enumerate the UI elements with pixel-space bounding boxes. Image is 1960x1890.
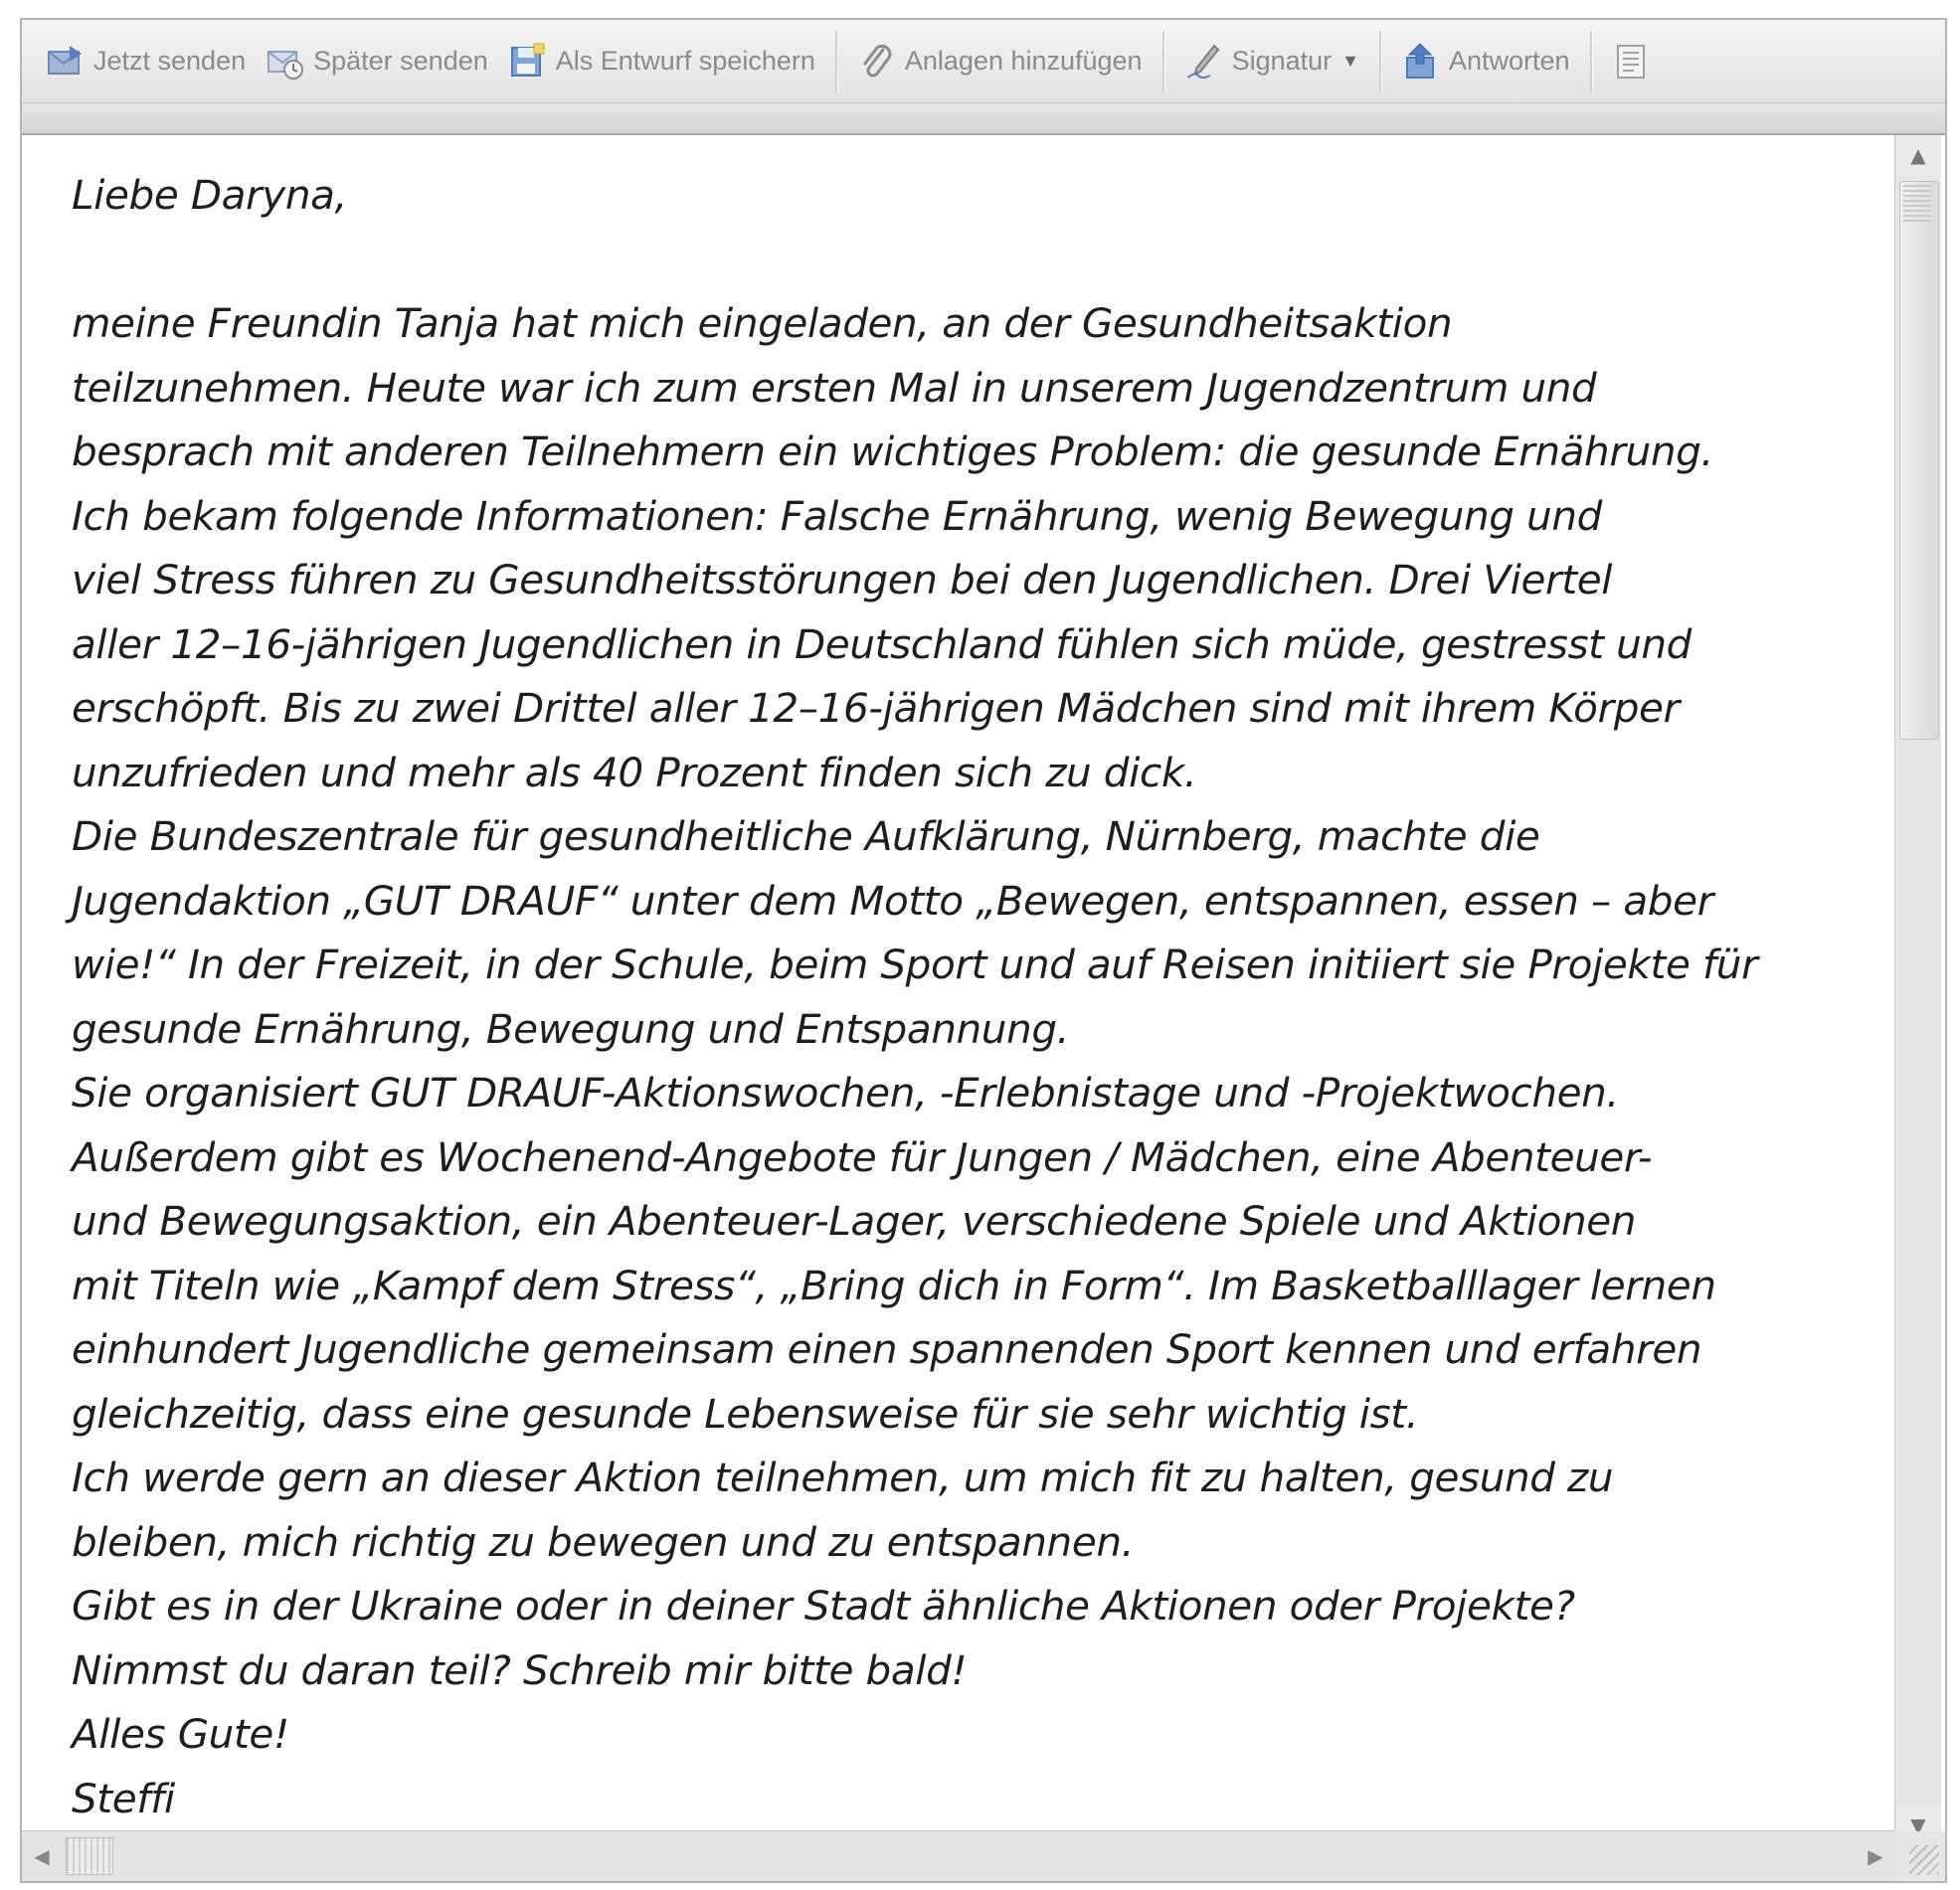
add-attachments-button[interactable]: Anlagen hinzufügen — [847, 32, 1153, 91]
grip-icon — [1903, 185, 1931, 225]
send-later-icon — [267, 50, 304, 80]
message-line: Ich bekam folgende Informationen: Falsch… — [72, 491, 1602, 540]
message-line — [72, 228, 1881, 292]
message-line: Steffi — [72, 1774, 175, 1816]
format-bar — [22, 103, 1945, 135]
resize-grip-icon — [1909, 1845, 1939, 1875]
message-line: Die Bundeszentrale für gesundheitliche A… — [72, 812, 1540, 860]
send-now-button[interactable]: Jetzt senden — [36, 32, 256, 91]
reply-icon — [1405, 42, 1434, 79]
message-line: Jugendaktion „GUT DRAUF“ unter dem Motto… — [72, 876, 1713, 925]
message-line: Nimmst du daran teil? Schreib mir bitte … — [72, 1645, 968, 1694]
signature-dropdown[interactable]: Signatur ▼ — [1174, 32, 1369, 91]
message-line: besprach mit anderen Teilnehmern ein wic… — [72, 428, 1713, 475]
message-line: viel Stress führen zu Gesundheitsstörung… — [72, 556, 1613, 603]
message-line: erschöpft. Bis zu zwei Drittel aller 12–… — [72, 684, 1680, 732]
signature-label: Signatur — [1231, 46, 1333, 76]
message-line: Außerdem gibt es Wochenend-Angebote für … — [72, 1132, 1653, 1181]
resize-corner[interactable] — [1895, 1831, 1945, 1881]
message-line: meine Freundin Tanja hat mich eingeladen… — [72, 299, 1453, 347]
options-icon — [1616, 44, 1645, 79]
save-draft-icon — [510, 43, 545, 77]
horizontal-scrollbar[interactable]: ◀ ▶ — [22, 1830, 1895, 1881]
message-line: Sie organisiert GUT DRAUF-Aktionswochen,… — [72, 1069, 1619, 1117]
message-line: wie!“ In der Freizeit, in der Schule, be… — [72, 941, 1758, 988]
message-line: gesunde Ernährung, Bewegung und Entspann… — [72, 1004, 1070, 1053]
compose-toolbar: Jetzt senden Später senden Als Entwurf s… — [22, 20, 1945, 103]
vertical-scrollbar[interactable]: ▲ ▼ — [1894, 135, 1941, 1845]
reply-label: Antworten — [1448, 46, 1570, 76]
message-line: bleiben, mich richtig zu bewegen und zu … — [72, 1517, 1135, 1566]
send-now-label: Jetzt senden — [93, 46, 247, 76]
reply-button[interactable]: Antworten — [1391, 32, 1580, 91]
mail-compose-window: Jetzt senden Später senden Als Entwurf s… — [20, 18, 1947, 1883]
message-line: mit Titeln wie „Kampf dem Stress“, „Brin… — [72, 1261, 1716, 1309]
scroll-left-icon[interactable]: ◀ — [22, 1831, 62, 1881]
toolbar-separator — [1378, 30, 1381, 92]
toolbar-separator — [1589, 30, 1592, 92]
send-later-label: Später senden — [313, 46, 488, 76]
send-later-button[interactable]: Später senden — [256, 32, 498, 91]
message-line: Gibt es in der Ukraine oder in deiner St… — [72, 1582, 1575, 1630]
add-attachments-label: Anlagen hinzufügen — [904, 46, 1143, 76]
message-line: und Bewegungsaktion, ein Abenteuer-Lager… — [72, 1197, 1637, 1245]
scroll-up-icon[interactable]: ▲ — [1895, 135, 1941, 175]
paperclip-icon — [863, 44, 892, 77]
vertical-scroll-thumb[interactable] — [1899, 181, 1939, 740]
message-line: teilzunehmen. Heute war ich zum ersten M… — [72, 363, 1597, 412]
options-button[interactable] — [1602, 32, 1670, 91]
message-line: aller 12–16-jährigen Jugendlichen in Deu… — [72, 619, 1692, 668]
save-draft-button[interactable]: Als Entwurf speichern — [498, 32, 825, 91]
pen-icon — [1186, 43, 1219, 79]
message-line: Alles Gute! — [72, 1710, 289, 1758]
message-line: Ich werde gern an dieser Aktion teilnehm… — [72, 1454, 1614, 1501]
chevron-down-icon: ▼ — [1341, 51, 1359, 71]
message-text: Liebe Daryna, meine Freundin Tanja hat mi… — [72, 163, 1881, 1815]
horizontal-scroll-thumb[interactable] — [66, 1837, 113, 1875]
message-body[interactable]: Liebe Daryna, meine Freundin Tanja hat mi… — [26, 135, 1891, 1815]
scroll-right-icon[interactable]: ▶ — [1856, 1831, 1895, 1881]
send-now-icon — [48, 45, 82, 75]
save-draft-label: Als Entwurf speichern — [555, 46, 815, 76]
toolbar-separator — [834, 30, 837, 92]
message-line: gleichzeitig, dass eine gesunde Lebenswe… — [72, 1389, 1419, 1438]
message-line: unzufrieden und mehr als 40 Prozent find… — [72, 748, 1197, 796]
message-line: Liebe Daryna, — [72, 171, 348, 219]
message-line: einhundert Jugendliche gemeinsam einen s… — [72, 1325, 1702, 1373]
toolbar-separator — [1161, 30, 1164, 92]
